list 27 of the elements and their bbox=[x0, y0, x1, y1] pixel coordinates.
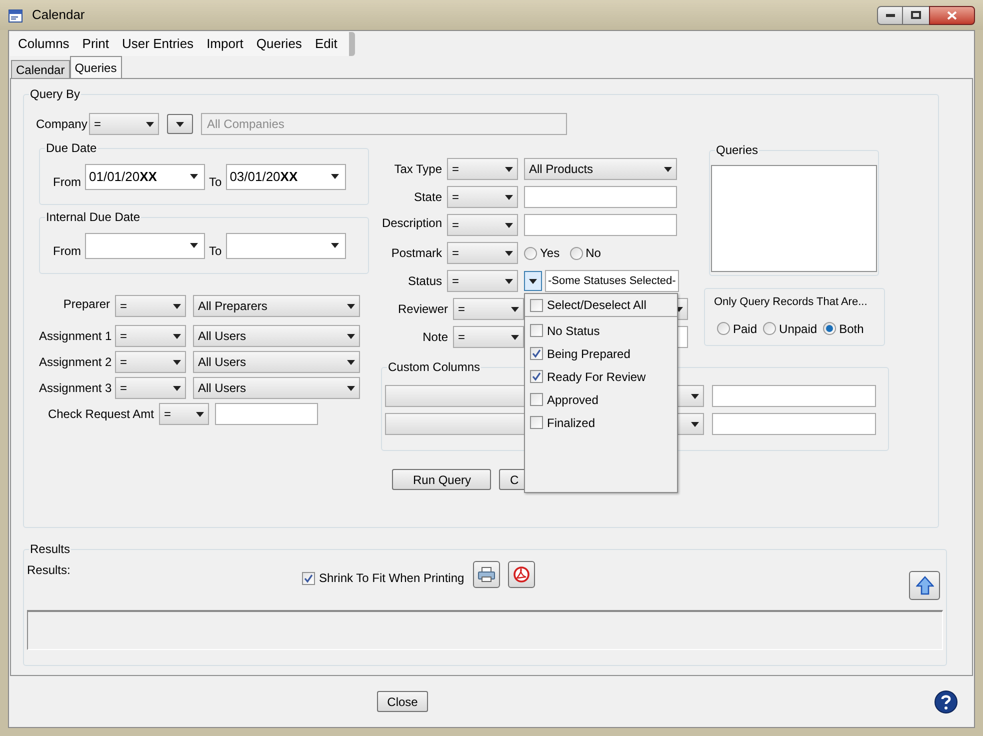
field-label: Tax Type bbox=[393, 161, 443, 178]
field-label: Postmark bbox=[390, 245, 443, 262]
field-label: Assignment 2 bbox=[39, 354, 113, 371]
radio-label: Yes bbox=[540, 245, 560, 262]
field-label: To bbox=[209, 174, 222, 190]
checkbox-label: Shrink To Fit When Printing bbox=[319, 570, 464, 587]
results-label: Results: bbox=[27, 562, 72, 579]
field-label: Company bbox=[36, 116, 88, 133]
field-label: Check Request Amt bbox=[46, 406, 155, 423]
field-label: Assignment 1 bbox=[39, 328, 113, 345]
radio-label: Paid bbox=[733, 320, 758, 338]
field-label: From bbox=[53, 242, 81, 260]
panel-title: Only Query Records That Are... bbox=[714, 295, 868, 310]
field-label: To bbox=[209, 242, 222, 260]
field-label: Status bbox=[406, 273, 443, 290]
field-label: Note bbox=[422, 329, 449, 346]
field-label: Assignment 3 bbox=[39, 380, 113, 397]
field-label: Reviewer bbox=[396, 301, 449, 318]
field-label: State bbox=[412, 189, 443, 206]
group-title: Queries bbox=[715, 142, 760, 158]
radio-label: No bbox=[586, 245, 601, 262]
field-label: Preparer bbox=[62, 296, 111, 313]
radio-label: Both bbox=[839, 320, 864, 338]
field-label: Description bbox=[381, 215, 443, 232]
radio-label: Unpaid bbox=[779, 320, 818, 338]
window-title: Calendar bbox=[32, 6, 85, 24]
field-label: From bbox=[53, 174, 81, 190]
